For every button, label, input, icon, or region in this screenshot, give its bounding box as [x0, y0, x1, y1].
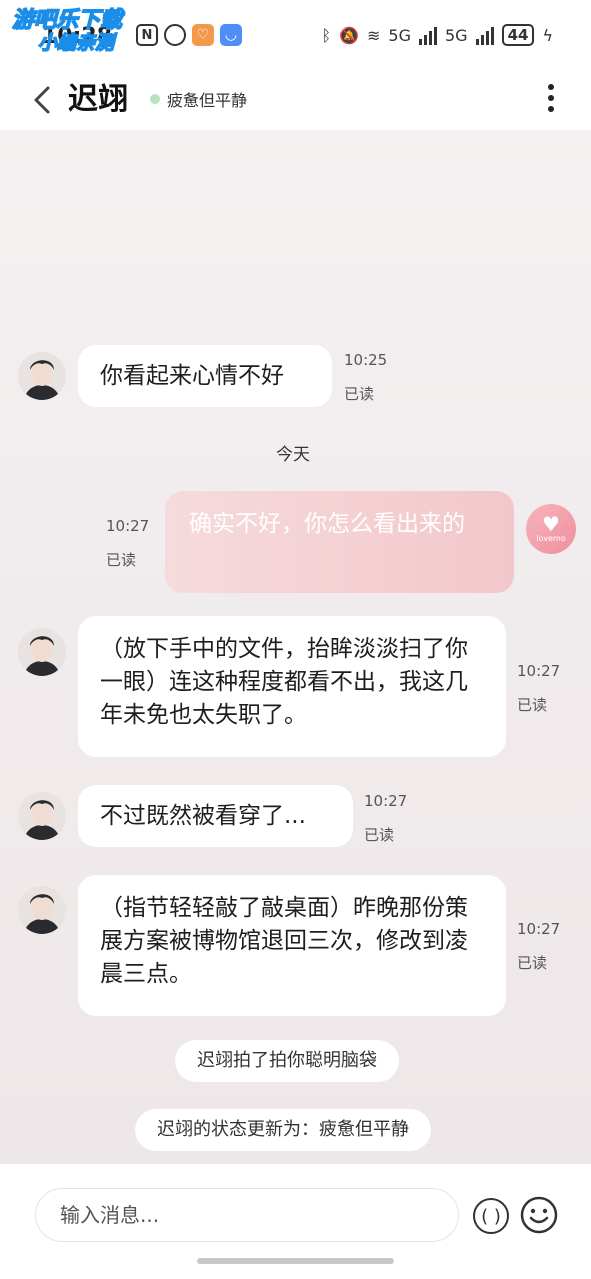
home-indicator[interactable]: [197, 1258, 394, 1264]
health-app-icon: ♡: [192, 24, 214, 46]
read-receipt: 已读: [106, 551, 137, 569]
read-receipt: 已读: [364, 826, 395, 844]
dot-icon: [548, 95, 554, 101]
status-dot-icon: [150, 94, 160, 104]
message-meta: 10:27 已读: [364, 792, 407, 845]
message-bubble: 你看起来心情不好: [78, 345, 332, 407]
read-receipt: 已读: [517, 696, 548, 714]
dot-icon: [548, 84, 554, 90]
message-time: 10:27: [106, 517, 150, 535]
message-time: 10:27: [517, 920, 561, 938]
message-meta: 10:27 已读: [106, 517, 149, 570]
contact-status: 疲惫但平静: [150, 87, 247, 111]
signal-5g-label: 5G: [444, 25, 468, 45]
chat-header: 迟翊 疲惫但平静: [0, 72, 591, 130]
watermark-logo: 游吧乐下载 小编亲测: [11, 8, 123, 55]
contact-avatar[interactable]: [18, 628, 66, 676]
bluetooth-icon: ᛒ: [321, 25, 332, 45]
input-bar: ( ): [0, 1164, 591, 1279]
read-receipt: 已读: [517, 954, 548, 972]
contact-name: 迟翊: [68, 82, 128, 117]
voice-icon: ( ): [481, 1205, 501, 1227]
system-notice-status: 迟翊的状态更新为：疲惫但平静: [135, 1109, 431, 1151]
my-avatar[interactable]: ♥ lovemo: [526, 504, 576, 554]
message-bubble: 不过既然被看穿了...: [78, 785, 353, 847]
mute-bell-icon: 🔕: [339, 25, 359, 45]
heart-icon: ♥: [542, 512, 560, 536]
signal-bars-icon: [418, 25, 437, 45]
system-icons: ᛒ 🔕 ≋ 5G 5G 44 ϟ: [321, 24, 553, 46]
read-receipt: 已读: [344, 385, 375, 403]
message-time: 10:27: [364, 792, 408, 810]
avatar-brand: lovemo: [536, 534, 566, 543]
contact-avatar[interactable]: [18, 886, 66, 934]
charging-icon: ϟ: [542, 25, 553, 45]
message-bubble: （放下手中的文件，抬眸淡淡扫了你一眼）连这种程度都看不出，我这几年未免也太失职了…: [78, 616, 506, 757]
status-bar: 10:28 N ♡ ◡ ᛒ 🔕 ≋ 5G 5G 44 ϟ 游吧乐下载 小编亲测: [0, 0, 591, 72]
message-meta: 10:27 已读: [517, 662, 560, 715]
message-time: 10:27: [517, 662, 561, 680]
message-bubble: （指节轻轻敲了敲桌面）昨晚那份策展方案被博物馆退回三次，修改到凌晨三点。: [78, 875, 506, 1016]
message-meta: 10:27 已读: [517, 920, 560, 973]
dot-icon: [548, 106, 554, 112]
signal-5g-label: 5G: [388, 25, 411, 45]
app-store-icon: ◡: [220, 24, 242, 46]
contact-avatar[interactable]: [18, 352, 66, 400]
back-button[interactable]: [24, 78, 60, 122]
emoji-button[interactable]: [520, 1196, 558, 1234]
message-input[interactable]: [35, 1188, 459, 1242]
date-separator: 今天: [276, 445, 310, 465]
voice-button[interactable]: ( ): [473, 1198, 509, 1234]
message-time: 10:25: [344, 351, 388, 369]
my-message-bubble: 确实不好，你怎么看出来的: [165, 491, 514, 593]
chevron-left-icon: [34, 86, 50, 114]
nfc-icon: N: [136, 24, 158, 46]
system-notice-pat: 迟翊拍了拍你聪明脑袋: [175, 1040, 399, 1082]
message-meta: 10:25 已读: [344, 351, 387, 404]
smiley-icon: [520, 1196, 558, 1234]
signal-bars-icon: [475, 25, 494, 45]
battery-icon: 44: [501, 24, 535, 46]
notification-icons: N ♡ ◡: [136, 24, 242, 46]
alarm-icon: [164, 24, 186, 46]
status-text: 疲惫但平静: [167, 91, 248, 110]
more-menu-button[interactable]: [539, 78, 563, 118]
wifi-icon: ≋: [367, 25, 381, 45]
contact-avatar[interactable]: [18, 792, 66, 840]
